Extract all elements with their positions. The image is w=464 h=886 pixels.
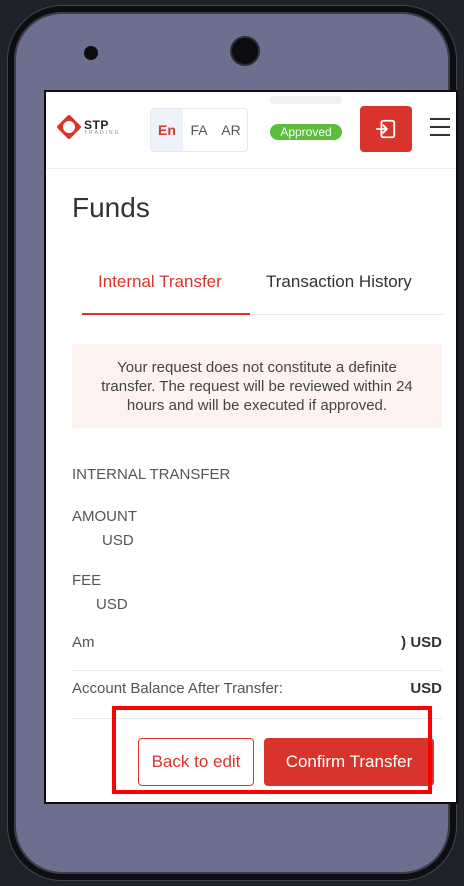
- logout-button[interactable]: [360, 106, 412, 152]
- amount-summary-label: Am: [72, 634, 95, 651]
- language-switcher: En FA AR: [150, 108, 248, 152]
- section-title: INTERNAL TRANSFER: [72, 466, 231, 483]
- menu-icon[interactable]: [430, 118, 450, 136]
- account-id-faded: [270, 96, 342, 104]
- logout-icon: [375, 119, 396, 139]
- front-camera-icon: [232, 38, 258, 64]
- amount-currency: USD: [102, 532, 134, 549]
- app-header: STP TRADING En FA AR Approved: [46, 92, 456, 169]
- transfer-notice: Your request does not constitute a defin…: [72, 344, 442, 428]
- app-screen: STP TRADING En FA AR Approved Funds Inte…: [44, 90, 458, 804]
- highlight-box: [112, 706, 432, 794]
- lang-fa[interactable]: FA: [183, 109, 215, 151]
- stp-logo-icon: [56, 114, 82, 140]
- fee-label: FEE: [72, 572, 102, 589]
- tab-internal-transfer[interactable]: Internal Transfer: [98, 272, 222, 292]
- lang-en[interactable]: En: [151, 109, 183, 151]
- active-tab-indicator: [82, 313, 250, 315]
- tab-transaction-history[interactable]: Transaction History: [266, 272, 412, 292]
- tab-bar: Internal Transfer Transaction History: [82, 252, 444, 315]
- stp-logo[interactable]: STP TRADING: [56, 114, 121, 140]
- amount-label: AMOUNT: [72, 508, 137, 525]
- logo-sub: TRADING: [84, 129, 121, 136]
- fee-currency: USD: [96, 596, 128, 613]
- balance-after-value: USD: [410, 680, 442, 697]
- logo-name: STP: [84, 117, 109, 132]
- camera-sensor-icon: [84, 46, 98, 60]
- amount-summary-value: ) USD: [401, 634, 442, 651]
- page-title: Funds: [72, 192, 150, 223]
- lang-ar[interactable]: AR: [215, 109, 247, 151]
- balance-after-label: Account Balance After Transfer:: [72, 680, 283, 697]
- amount-summary-row: Am ) USD: [72, 634, 442, 671]
- status-badge: Approved: [270, 124, 342, 140]
